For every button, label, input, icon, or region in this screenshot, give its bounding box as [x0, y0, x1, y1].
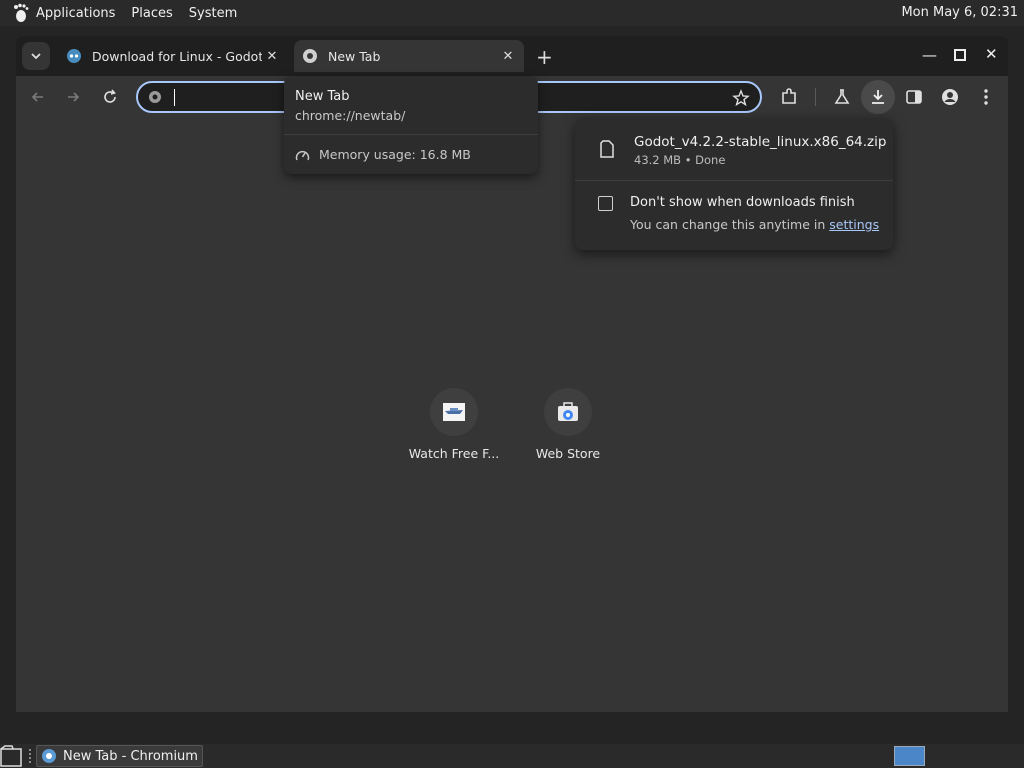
downloads-button[interactable] — [861, 80, 895, 114]
close-window-icon[interactable]: ✕ — [985, 45, 998, 63]
gauge-icon — [295, 150, 310, 160]
extensions-button[interactable] — [778, 86, 800, 108]
reload-icon — [104, 89, 116, 103]
side-panel-button[interactable] — [903, 86, 925, 108]
tab-search-button[interactable] — [22, 42, 50, 70]
godot-favicon-icon — [67, 49, 81, 63]
places-menu[interactable]: Places — [131, 6, 172, 21]
settings-hint: You can change this anytime in settings — [630, 217, 879, 232]
arrow-right-icon — [68, 92, 80, 102]
tab-godot-download[interactable]: Download for Linux - Godot E ✕ — [58, 40, 288, 72]
show-desktop-icon[interactable] — [0, 745, 24, 767]
download-file-name[interactable]: Godot_v4.2.2-stable_linux.x86_64.zip — [634, 134, 886, 150]
tray-chromium-icon[interactable] — [894, 746, 925, 766]
taskbar-item-chromium[interactable]: New Tab - Chromium — [36, 745, 203, 767]
tab-hover-card: New Tab chrome://newtab/ Memory usage: 1… — [284, 76, 538, 174]
shortcut-label: Watch Free F... — [408, 446, 500, 461]
grip-icon — [29, 749, 31, 763]
shortcut-label: Web Store — [535, 446, 601, 461]
kebab-menu-icon — [984, 89, 988, 105]
shortcut-tile — [544, 388, 592, 436]
bottom-taskbar: New Tab - Chromium — [0, 744, 1024, 768]
back-button[interactable] — [27, 86, 49, 108]
taskbar-item-label: New Tab - Chromium — [63, 748, 198, 764]
tab-new-tab[interactable]: New Tab ✕ — [294, 40, 524, 72]
forward-button[interactable] — [62, 86, 84, 108]
chromium-icon — [42, 749, 56, 763]
side-panel-icon — [906, 90, 922, 104]
hover-card-divider — [284, 134, 538, 135]
puzzle-icon — [782, 88, 796, 104]
chevron-down-icon — [31, 53, 41, 60]
person-icon — [942, 89, 958, 105]
download-bubble: Godot_v4.2.2-stable_linux.x86_64.zip 43.… — [575, 118, 893, 250]
panel-menu: Applications Places System — [10, 3, 253, 23]
toolbar-divider — [815, 88, 816, 106]
gnome-foot-icon — [14, 3, 29, 22]
shortcut-watch-free[interactable]: Watch Free F... — [404, 388, 504, 461]
settings-link[interactable]: settings — [829, 217, 879, 232]
settings-hint-text: You can change this anytime in — [630, 217, 830, 232]
memory-usage-text: Memory usage: 16.8 MB — [319, 147, 471, 162]
chromium-site-icon — [149, 91, 161, 103]
new-tab-button[interactable]: + — [536, 45, 553, 69]
hover-card-title: New Tab — [295, 89, 350, 104]
maximize-icon[interactable] — [954, 49, 966, 61]
star-bookmark-icon[interactable] — [732, 89, 750, 107]
dont-show-label[interactable]: Don't show when downloads finish — [630, 195, 855, 210]
system-menu[interactable]: System — [189, 6, 237, 21]
tab-close-icon[interactable]: ✕ — [262, 49, 282, 64]
dont-show-checkbox[interactable] — [598, 196, 613, 211]
zip-file-icon — [600, 140, 614, 158]
panel-clock[interactable]: Mon May 6, 02:31 — [901, 5, 1018, 20]
minimize-icon[interactable]: — — [922, 46, 937, 64]
text-caret — [174, 89, 175, 106]
hover-card-memory: Memory usage: 16.8 MB — [295, 147, 471, 162]
shortcut-tile — [430, 388, 478, 436]
shortcut-web-store[interactable]: Web Store — [518, 388, 618, 461]
web-store-icon — [558, 402, 578, 421]
profile-button[interactable] — [939, 86, 961, 108]
tab-close-icon[interactable]: ✕ — [498, 49, 518, 64]
tab-title: Download for Linux - Godot E — [92, 48, 262, 64]
top-panel: Applications Places System Mon May 6, 02… — [0, 0, 1024, 26]
tab-strip: Download for Linux - Godot E ✕ New Tab ✕… — [16, 36, 1008, 76]
menu-button[interactable] — [975, 86, 997, 108]
movie-site-icon — [443, 403, 465, 421]
hover-card-url: chrome://newtab/ — [295, 108, 406, 123]
reload-button[interactable] — [99, 86, 121, 108]
download-divider — [575, 180, 893, 181]
applications-menu[interactable]: Applications — [36, 6, 115, 21]
arrow-left-icon — [31, 92, 43, 102]
labs-button[interactable] — [831, 86, 853, 108]
download-icon — [872, 90, 884, 104]
chromium-favicon-icon — [303, 49, 317, 63]
tab-title: New Tab — [328, 48, 381, 64]
download-status: 43.2 MB • Done — [634, 153, 726, 167]
flask-icon — [834, 89, 850, 104]
